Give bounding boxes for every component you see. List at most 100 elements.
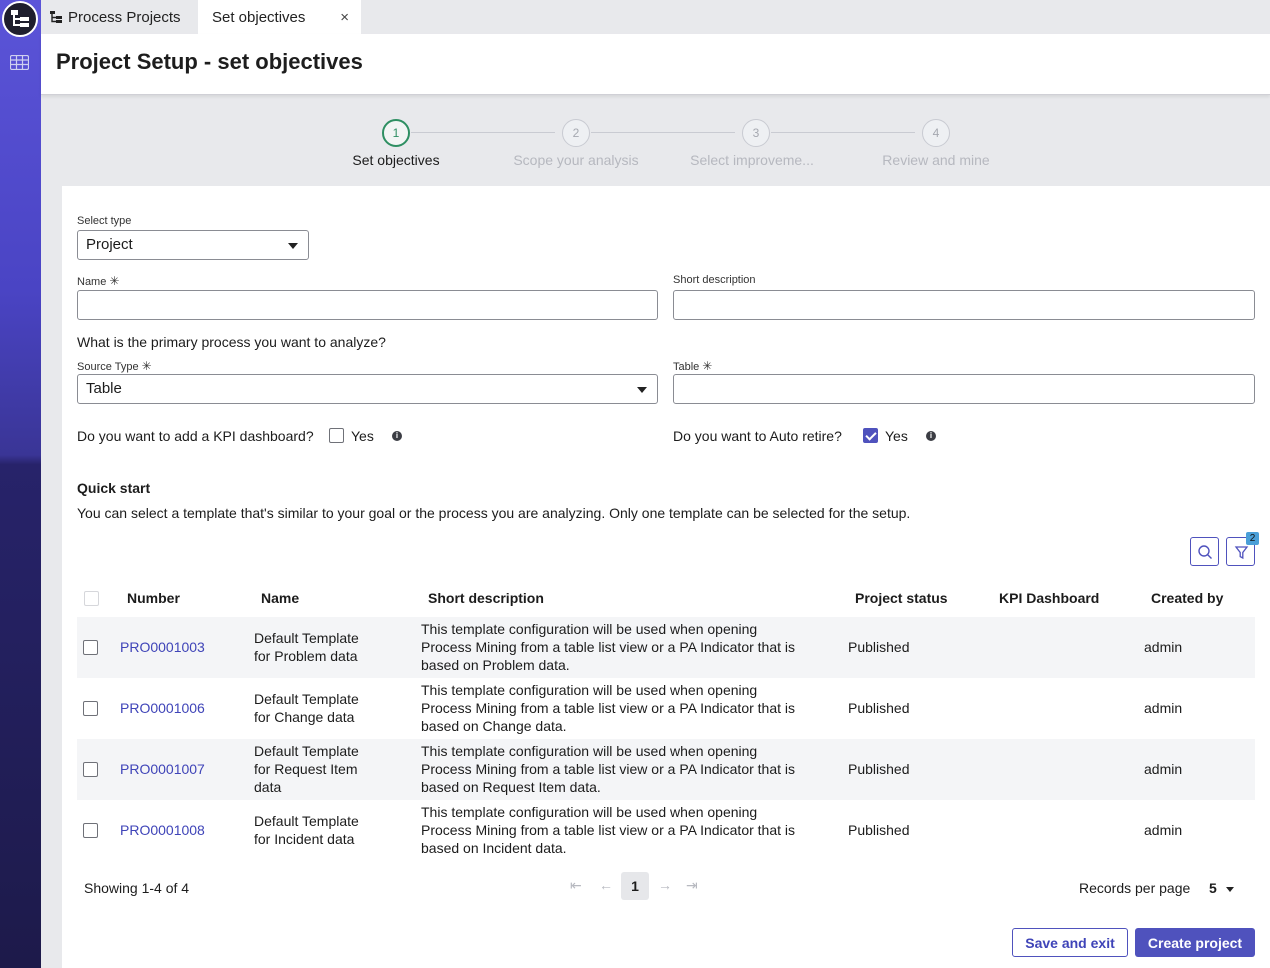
quick-start-description: You can select a template that's similar…: [77, 505, 911, 521]
tab-label: Process Projects: [68, 8, 181, 26]
table-input[interactable]: [673, 374, 1255, 404]
step-3-label: Select improveme...: [690, 152, 814, 168]
required-asterisk: ✳: [141, 359, 152, 373]
create-project-button[interactable]: Create project: [1135, 928, 1255, 957]
previous-page-icon[interactable]: ←: [599, 877, 613, 893]
primary-process-question: What is the primary process you want to …: [77, 334, 386, 350]
select-all-checkbox[interactable]: [84, 591, 99, 606]
record-number-link[interactable]: PRO0001008: [120, 821, 205, 839]
created-by: admin: [1144, 761, 1183, 777]
short-description-input[interactable]: [673, 290, 1255, 320]
column-header-number[interactable]: Number: [127, 590, 180, 606]
short-description-label: Short description: [673, 274, 756, 286]
description-line: This template configuration will be used…: [421, 621, 758, 637]
next-page-icon[interactable]: →: [658, 877, 672, 893]
page-title: Project Setup - set objectives: [56, 49, 363, 74]
caret-down-icon: [637, 387, 647, 393]
description-line: based on Change data.: [421, 718, 567, 734]
table-label-text: Table: [673, 361, 700, 373]
record-number-link[interactable]: PRO0001006: [120, 699, 205, 717]
auto-retire-checkbox[interactable]: [863, 428, 878, 443]
description-line: This template configuration will be used…: [421, 682, 758, 698]
progress-stepper: 1 2 3 4 Set objectives Scope your analys…: [41, 95, 1270, 185]
select-type-dropdown[interactable]: Project: [77, 230, 309, 260]
info-icon[interactable]: i: [926, 431, 936, 441]
auto-retire-question: Do you want to Auto retire?: [673, 428, 842, 444]
template-name: Default Template for Request Item data: [254, 742, 359, 796]
current-page-button[interactable]: 1: [621, 872, 649, 900]
template-name: Default Template for Incident data: [254, 812, 359, 848]
description-line: Process Mining from a table list view or…: [421, 700, 796, 716]
created-by: admin: [1144, 822, 1183, 838]
step-connector: [771, 132, 915, 133]
tab-set-objectives[interactable]: Set objectives ×: [198, 0, 361, 34]
description-line: This template configuration will be used…: [421, 743, 758, 759]
source-type-value: Table: [86, 380, 122, 397]
description-line: Process Mining from a table list view or…: [421, 761, 796, 777]
template-description: This template configuration will be used…: [421, 803, 795, 857]
last-page-icon[interactable]: ⇥: [686, 877, 698, 894]
table-row: PRO0001003 Default Template for Problem …: [77, 617, 1255, 678]
first-page-icon[interactable]: ⇤: [570, 877, 582, 894]
showing-count: Showing 1-4 of 4: [84, 880, 190, 896]
template-name: Default Template for Problem data: [254, 629, 359, 665]
kpi-dashboard-checkbox[interactable]: [329, 428, 344, 443]
kpi-dashboard-question: Do you want to add a KPI dashboard?: [77, 428, 314, 444]
table-row: PRO0001008 Default Template for Incident…: [77, 800, 1255, 861]
tab-process-projects[interactable]: Process Projects: [47, 0, 197, 34]
filter-button[interactable]: 2: [1226, 532, 1259, 566]
name-line: Default Template: [254, 743, 359, 759]
step-3-indicator[interactable]: 3: [742, 119, 770, 147]
row-checkbox[interactable]: [83, 640, 98, 655]
created-by: admin: [1144, 700, 1183, 716]
row-checkbox[interactable]: [83, 762, 98, 777]
template-description: This template configuration will be used…: [421, 681, 795, 735]
step-1-indicator[interactable]: 1: [382, 119, 410, 147]
column-header-short-description[interactable]: Short description: [428, 590, 544, 606]
description-line: This template configuration will be used…: [421, 804, 758, 820]
records-per-page-value: 5: [1209, 880, 1217, 896]
column-header-created-by[interactable]: Created by: [1151, 590, 1223, 606]
column-header-name[interactable]: Name: [261, 590, 299, 606]
name-line: data: [254, 779, 282, 795]
app-logo-icon[interactable]: [2, 1, 38, 37]
quick-start-title: Quick start: [77, 480, 151, 496]
search-button[interactable]: [1190, 537, 1219, 566]
search-icon: [1198, 545, 1212, 559]
name-line: for Incident data: [254, 831, 355, 847]
project-status: Published: [848, 700, 910, 716]
table-grid-icon[interactable]: [10, 55, 29, 70]
setup-form-card: Select type Project Name ✳ Short descript…: [62, 186, 1270, 968]
select-type-label: Select type: [77, 215, 132, 227]
column-header-kpi-dashboard[interactable]: KPI Dashboard: [999, 590, 1099, 606]
table-row: PRO0001007 Default Template for Request …: [77, 739, 1255, 800]
name-line: for Request Item: [254, 761, 358, 777]
description-line: based on Problem data.: [421, 657, 570, 673]
table-label: Table ✳: [673, 359, 712, 373]
project-status: Published: [848, 639, 910, 655]
template-description: This template configuration will be used…: [421, 620, 795, 674]
name-input[interactable]: [77, 290, 658, 320]
row-checkbox[interactable]: [83, 823, 98, 838]
name-line: Default Template: [254, 630, 359, 646]
record-number-link[interactable]: PRO0001007: [120, 760, 205, 778]
step-4-indicator[interactable]: 4: [922, 119, 950, 147]
record-number-link[interactable]: PRO0001003: [120, 638, 205, 656]
info-icon[interactable]: i: [392, 431, 402, 441]
column-header-project-status[interactable]: Project status: [855, 590, 948, 606]
close-icon[interactable]: ×: [340, 9, 349, 26]
project-status: Published: [848, 822, 910, 838]
step-2-indicator[interactable]: 2: [562, 119, 590, 147]
description-line: based on Request Item data.: [421, 779, 601, 795]
description-line: based on Incident data.: [421, 840, 567, 856]
save-and-exit-button[interactable]: Save and exit: [1012, 928, 1128, 957]
row-checkbox[interactable]: [83, 701, 98, 716]
select-type-value: Project: [86, 236, 133, 253]
caret-down-icon: [1225, 886, 1234, 892]
records-per-page-select[interactable]: 5: [1209, 880, 1234, 896]
description-line: Process Mining from a table list view or…: [421, 822, 796, 838]
step-2-label: Scope your analysis: [513, 152, 639, 168]
created-by: admin: [1144, 639, 1183, 655]
kpi-dashboard-yes-label: Yes: [351, 428, 374, 444]
source-type-dropdown[interactable]: Table: [77, 374, 658, 404]
